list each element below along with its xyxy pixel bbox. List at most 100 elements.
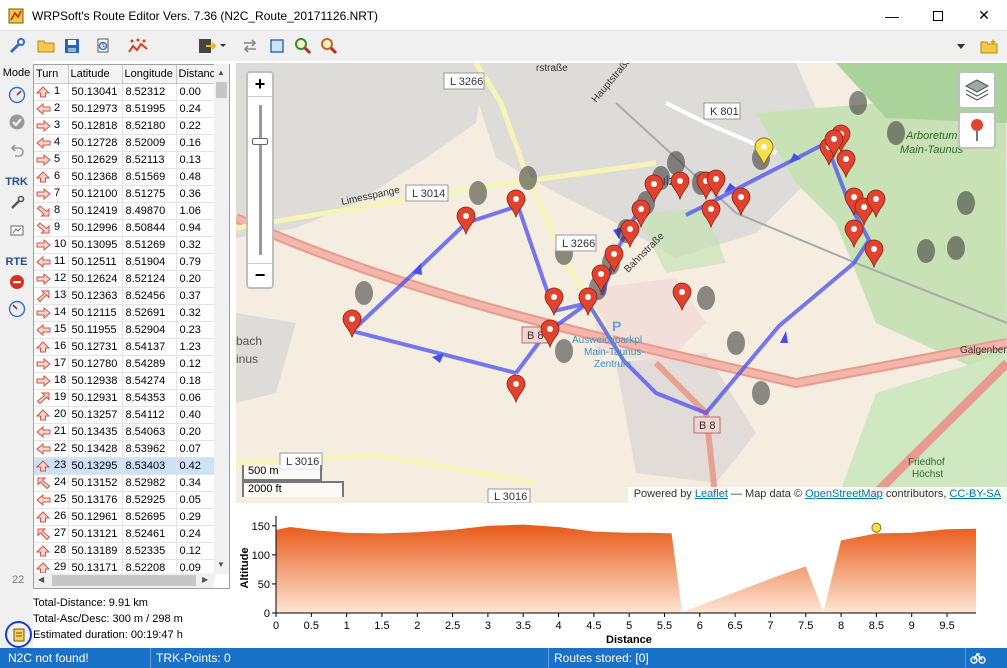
scroll-right-arrow-icon[interactable]: ▶ — [202, 575, 208, 584]
longitude-cell[interactable]: 8.52695 — [122, 508, 177, 526]
distance-cell[interactable]: 0.20 — [176, 270, 215, 288]
turn-cell[interactable]: 5 — [34, 151, 69, 169]
longitude-cell[interactable]: 8.52124 — [122, 270, 177, 288]
longitude-cell[interactable]: 8.52113 — [122, 151, 177, 169]
table-row[interactable]: 22 50.13428 8.53962 0.07 — [34, 440, 215, 458]
latitude-cell[interactable]: 50.12931 — [68, 389, 123, 407]
license-link[interactable]: CC-BY-SA — [949, 488, 1001, 500]
undo-icon[interactable] — [8, 141, 26, 159]
turn-cell[interactable]: 7 — [34, 185, 69, 203]
table-row[interactable]: 1 50.13041 8.52312 0.00 — [34, 83, 215, 101]
table-row[interactable]: 18 50.12938 8.54274 0.18 — [34, 372, 215, 390]
zoom-in-button[interactable]: + — [248, 73, 272, 97]
elevation-position-marker[interactable] — [871, 522, 882, 533]
turn-cell[interactable]: 28 — [34, 542, 69, 560]
distance-cell[interactable]: 0.22 — [176, 117, 215, 135]
table-row[interactable]: 21 50.13435 8.54063 0.20 — [34, 423, 215, 441]
turn-cell[interactable]: 25 — [34, 491, 69, 509]
elevation-chart[interactable]: 0 50 100 150 0 0.5 1 1.5 2 2.5 3 3.5 4 4.5 5 5.5 6 6.5 7 7.… — [236, 508, 1007, 648]
table-row[interactable]: 27 50.13121 8.52461 0.24 — [34, 525, 215, 543]
distance-cell[interactable]: 0.07 — [176, 440, 215, 458]
table-row[interactable]: 6 50.12368 8.51569 0.48 — [34, 168, 215, 186]
table-horizontal-scrollbar[interactable]: ◀ ▶ — [34, 573, 214, 588]
distance-cell[interactable]: 0.34 — [176, 474, 215, 492]
table-row[interactable]: 28 50.13189 8.52335 0.12 — [34, 542, 215, 560]
latitude-cell[interactable]: 50.12731 — [68, 338, 123, 356]
zoom-out-button[interactable]: − — [248, 263, 272, 287]
turn-cell[interactable]: 10 — [34, 236, 69, 254]
zoom-in-map-icon[interactable] — [292, 35, 314, 57]
table-row[interactable]: 19 50.12931 8.54353 0.06 — [34, 389, 215, 407]
table-row[interactable]: 15 50.11955 8.52904 0.23 — [34, 321, 215, 339]
table-row[interactable]: 12 50.12624 8.52124 0.20 — [34, 270, 215, 288]
map-canvas[interactable]: L 3266 K 801 L 3014 L 3266 B 8 B 8 L 301… — [236, 63, 1007, 503]
longitude-cell[interactable]: 8.52180 — [122, 117, 177, 135]
check-icon[interactable] — [8, 113, 26, 131]
longitude-cell[interactable]: 8.52925 — [122, 491, 177, 509]
zoom-out-map-icon[interactable] — [318, 35, 340, 57]
latitude-cell[interactable]: 50.12368 — [68, 168, 123, 186]
distance-cell[interactable]: 0.13 — [176, 151, 215, 169]
turn-cell[interactable]: 17 — [34, 355, 69, 373]
latitude-cell[interactable]: 50.13189 — [68, 542, 123, 560]
latitude-cell[interactable]: 50.12624 — [68, 270, 123, 288]
latitude-cell[interactable]: 50.12629 — [68, 151, 123, 169]
turn-cell[interactable]: 14 — [34, 304, 69, 322]
open-folder-icon[interactable] — [35, 35, 57, 57]
table-row[interactable]: 17 50.12780 8.54289 0.12 — [34, 355, 215, 373]
distance-cell[interactable]: 0.36 — [176, 185, 215, 203]
table-row[interactable]: 24 50.13152 8.52982 0.34 — [34, 474, 215, 492]
latitude-cell[interactable]: 50.12961 — [68, 508, 123, 526]
latitude-cell[interactable]: 50.13295 — [68, 457, 123, 475]
turn-cell[interactable]: 1 — [34, 83, 69, 101]
longitude-cell[interactable]: 8.52312 — [122, 83, 177, 101]
delete-route-icon[interactable] — [8, 273, 26, 291]
longitude-cell[interactable]: 8.52904 — [122, 321, 177, 339]
zoom-slider-handle[interactable] — [252, 138, 268, 145]
column-header-latitude[interactable]: Latitude — [68, 65, 123, 84]
longitude-cell[interactable]: 8.50844 — [122, 219, 177, 237]
longitude-cell[interactable]: 8.51275 — [122, 185, 177, 203]
table-row[interactable]: 14 50.12115 8.52691 0.32 — [34, 304, 215, 322]
table-row[interactable]: 26 50.12961 8.52695 0.29 — [34, 508, 215, 526]
latitude-cell[interactable]: 50.12780 — [68, 355, 123, 373]
turn-cell[interactable]: 11 — [34, 253, 69, 271]
longitude-cell[interactable]: 8.54353 — [122, 389, 177, 407]
turn-cell[interactable]: 22 — [34, 440, 69, 458]
table-row[interactable]: 20 50.13257 8.54112 0.40 — [34, 406, 215, 424]
print-icon[interactable] — [92, 35, 114, 57]
scroll-up-arrow-icon[interactable]: ▲ — [217, 68, 225, 77]
distance-cell[interactable]: 0.32 — [176, 304, 215, 322]
turn-cell[interactable]: 19 — [34, 389, 69, 407]
layers-button[interactable] — [958, 71, 996, 109]
latitude-cell[interactable]: 50.12419 — [68, 202, 123, 220]
distance-cell[interactable]: 0.23 — [176, 321, 215, 339]
distance-cell[interactable]: 0.32 — [176, 236, 215, 254]
close-button[interactable]: ✕ — [961, 0, 1007, 31]
table-row[interactable]: 10 50.13095 8.51269 0.32 — [34, 236, 215, 254]
table-row[interactable]: 8 50.12419 8.49870 1.06 — [34, 202, 215, 220]
distance-cell[interactable]: 0.18 — [176, 372, 215, 390]
table-row[interactable]: 7 50.12100 8.51275 0.36 — [34, 185, 215, 203]
longitude-cell[interactable]: 8.51269 — [122, 236, 177, 254]
turn-cell[interactable]: 8 — [34, 202, 69, 220]
distance-cell[interactable]: 0.37 — [176, 287, 215, 305]
table-row[interactable]: 11 50.12511 8.51904 0.79 — [34, 253, 215, 271]
longitude-cell[interactable]: 8.49870 — [122, 202, 177, 220]
longitude-cell[interactable]: 8.53403 — [122, 457, 177, 475]
longitude-cell[interactable]: 8.54289 — [122, 355, 177, 373]
latitude-cell[interactable]: 50.13435 — [68, 423, 123, 441]
distance-cell[interactable]: 0.12 — [176, 542, 215, 560]
turn-cell[interactable]: 12 — [34, 270, 69, 288]
longitude-cell[interactable]: 8.52461 — [122, 525, 177, 543]
longitude-cell[interactable]: 8.51569 — [122, 168, 177, 186]
latitude-cell[interactable]: 50.12511 — [68, 253, 123, 271]
table-row[interactable]: 9 50.12996 8.50844 0.94 — [34, 219, 215, 237]
latitude-cell[interactable]: 50.12115 — [68, 304, 123, 322]
n2c-device-icon[interactable] — [5, 621, 32, 648]
turn-cell[interactable]: 4 — [34, 134, 69, 152]
latitude-cell[interactable]: 50.13428 — [68, 440, 123, 458]
track-tools-icon[interactable] — [8, 193, 26, 211]
turn-cell[interactable]: 27 — [34, 525, 69, 543]
turn-cell[interactable]: 2 — [34, 100, 69, 118]
